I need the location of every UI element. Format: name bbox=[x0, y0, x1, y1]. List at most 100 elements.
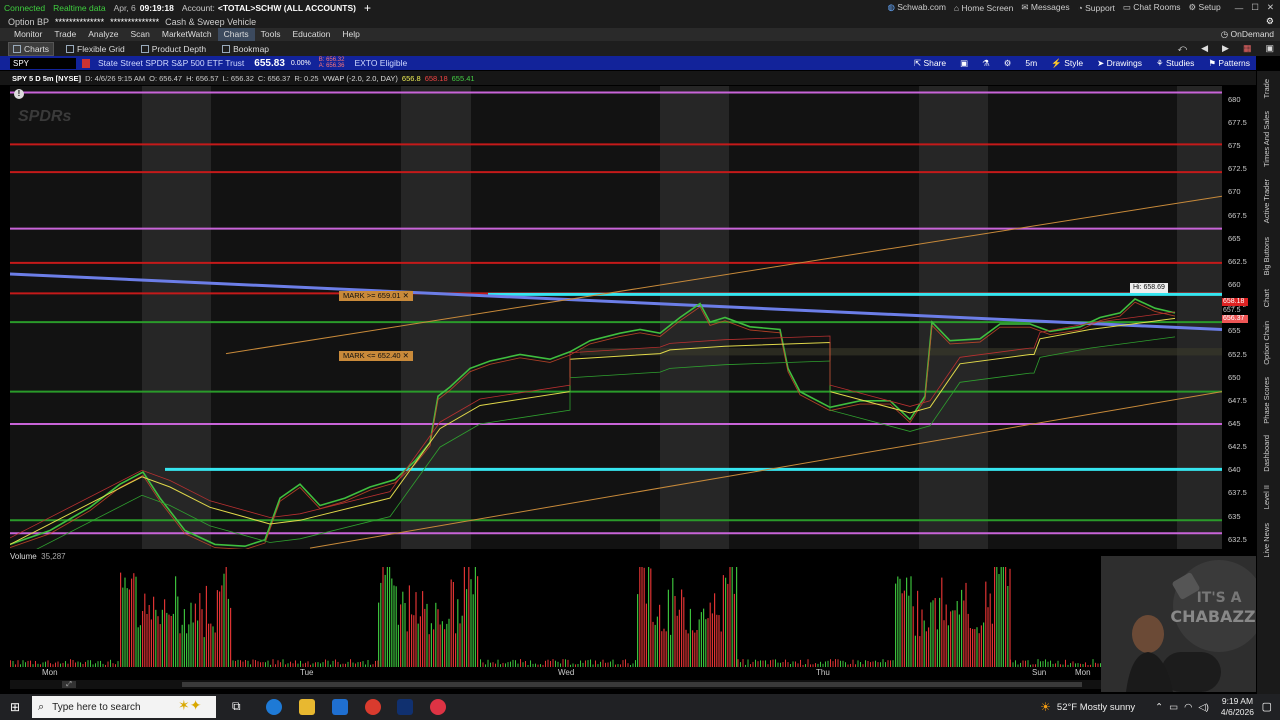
maximize-button[interactable]: ☐ bbox=[1251, 2, 1259, 13]
gear-icon[interactable]: ⚙ bbox=[1266, 16, 1274, 27]
symbol-input[interactable]: SPY bbox=[10, 57, 76, 69]
ondemand-button[interactable]: ◷ OnDemand bbox=[1215, 28, 1280, 41]
side-tab-level-ii[interactable]: Level II bbox=[1262, 485, 1271, 509]
setup-link[interactable]: ⚙ Setup bbox=[1189, 2, 1221, 13]
volume-bar bbox=[996, 567, 998, 667]
thinkorswim-icon[interactable] bbox=[397, 699, 413, 715]
menu-marketwatch[interactable]: MarketWatch bbox=[156, 28, 218, 41]
tab-flexible-grid[interactable]: Flexible Grid bbox=[62, 43, 129, 55]
save-icon[interactable]: ▣ bbox=[960, 58, 968, 69]
patterns-menu[interactable]: ⚑ Patterns bbox=[1208, 58, 1250, 69]
side-tab-active-trader[interactable]: Active Trader bbox=[1262, 179, 1271, 223]
regular-session-shade bbox=[660, 86, 729, 549]
side-tab-option-chain[interactable]: Option Chain bbox=[1262, 321, 1271, 365]
volume-bar bbox=[696, 630, 698, 667]
tab-charts[interactable]: Charts bbox=[8, 41, 55, 56]
volume-bar bbox=[637, 594, 639, 667]
menu-help[interactable]: Help bbox=[336, 28, 365, 41]
share-button[interactable]: ⇱ Share bbox=[914, 58, 946, 69]
price-tick-label: 672.5 bbox=[1228, 164, 1247, 174]
notification-icon[interactable]: ▢ bbox=[1262, 700, 1272, 713]
price-alert-mark-lower[interactable]: MARK <= 652.40 ✕ bbox=[339, 351, 413, 361]
drawings-menu[interactable]: ➤ Drawings bbox=[1097, 58, 1142, 69]
schwab-link[interactable]: ◍ Schwab.com bbox=[887, 2, 945, 13]
menu-analyze[interactable]: Analyze bbox=[82, 28, 124, 41]
gear-icon[interactable]: ⚙ bbox=[1004, 58, 1012, 69]
back-icon[interactable]: ◀ bbox=[1201, 43, 1208, 54]
tab-product-depth[interactable]: Product Depth bbox=[137, 43, 210, 55]
zoom-icon[interactable]: ⤢ bbox=[62, 681, 76, 688]
volume-bar bbox=[10, 660, 11, 667]
price-alert-mark-upper[interactable]: MARK >= 659.01 ✕ bbox=[339, 291, 413, 301]
volume-bar bbox=[439, 624, 441, 667]
store-icon[interactable] bbox=[332, 699, 348, 715]
scrollbar-thumb[interactable] bbox=[182, 682, 1082, 687]
windows-start-icon[interactable]: ⊞ bbox=[10, 700, 20, 714]
volume-bar bbox=[411, 614, 413, 667]
close-button[interactable]: ✕ bbox=[1267, 2, 1274, 13]
volume-chart[interactable] bbox=[10, 563, 1222, 667]
task-view-icon[interactable]: ⧉ bbox=[232, 699, 241, 714]
chart-scrollbar[interactable]: ⤢ bbox=[10, 680, 1222, 689]
volume-icon[interactable]: ◁) bbox=[1198, 702, 1208, 713]
app-icon[interactable] bbox=[430, 699, 446, 715]
messages-link[interactable]: ✉ Messages bbox=[1021, 2, 1069, 13]
forward-icon[interactable]: ▶ bbox=[1222, 43, 1229, 54]
studies-menu[interactable]: ⚘ Studies bbox=[1156, 58, 1194, 69]
flask-icon[interactable]: ⚗ bbox=[982, 58, 990, 69]
chrome-icon[interactable] bbox=[365, 699, 381, 715]
support-icon: ◔ bbox=[1077, 2, 1086, 13]
account-selector[interactable]: <TOTAL>SCHW (ALL ACCOUNTS) bbox=[218, 3, 356, 13]
interval-selector[interactable]: 5m bbox=[1025, 58, 1037, 68]
volume-bar bbox=[947, 625, 949, 667]
wifi-icon[interactable]: ◠ bbox=[1184, 702, 1192, 713]
support-link[interactable]: ◔ Support bbox=[1078, 3, 1115, 13]
chevron-up-icon[interactable]: ⌃ bbox=[1155, 702, 1163, 713]
minimize-button[interactable]: — bbox=[1235, 3, 1244, 13]
side-tab-phase-scores[interactable]: Phase Scores bbox=[1262, 377, 1271, 424]
link-icon[interactable]: ⤺ bbox=[1178, 43, 1188, 54]
volume-bar bbox=[277, 660, 279, 667]
taskbar-search-input[interactable]: ⌕ Type here to search ✶✦ bbox=[32, 696, 216, 718]
side-tab-times-sales[interactable]: Times And Sales bbox=[1262, 111, 1271, 167]
side-tab-dashboard[interactable]: Dashboard bbox=[1262, 435, 1271, 472]
side-tab-chart[interactable]: Chart bbox=[1262, 289, 1271, 307]
price-chart[interactable]: ! SPDRs bbox=[10, 86, 1222, 549]
menu-scan[interactable]: Scan bbox=[124, 28, 155, 41]
side-tab-big-buttons[interactable]: Big Buttons bbox=[1262, 237, 1271, 275]
price-tick-label: 635 bbox=[1228, 511, 1241, 521]
layout-icon[interactable]: ▦ bbox=[1243, 43, 1252, 54]
edge-icon[interactable] bbox=[266, 699, 282, 715]
menu-trade[interactable]: Trade bbox=[48, 28, 82, 41]
chat-rooms-link[interactable]: ▭ Chat Rooms bbox=[1123, 2, 1181, 13]
volume-bar bbox=[232, 660, 234, 667]
volume-canvas bbox=[10, 567, 1221, 667]
menu-monitor[interactable]: Monitor bbox=[8, 28, 48, 41]
menu-tools[interactable]: Tools bbox=[255, 28, 287, 41]
price-chart-canvas[interactable] bbox=[10, 86, 1222, 549]
network-icon[interactable]: ▭ bbox=[1169, 702, 1178, 713]
side-tab-trade[interactable]: Trade bbox=[1262, 79, 1271, 98]
last-price: 655.83 bbox=[254, 57, 285, 69]
volume-bar bbox=[1007, 586, 1009, 667]
home-screen-link[interactable]: ⌂ Home Screen bbox=[954, 3, 1013, 13]
percent-change: 0.00% bbox=[290, 59, 311, 67]
weather-text[interactable]: 52°F Mostly sunny bbox=[1057, 702, 1135, 713]
info-icon[interactable]: ! bbox=[14, 89, 24, 99]
grid-layout-icon[interactable]: ▣ bbox=[1265, 43, 1274, 54]
menu-education[interactable]: Education bbox=[287, 28, 337, 41]
volume-bar bbox=[386, 567, 388, 667]
close-icon[interactable]: ✕ bbox=[403, 291, 409, 300]
style-menu[interactable]: ⚡ Style bbox=[1051, 58, 1083, 69]
side-tab-live-news[interactable]: Live News bbox=[1262, 523, 1271, 558]
volume-bar bbox=[170, 616, 172, 667]
close-icon[interactable]: ✕ bbox=[403, 351, 409, 360]
volume-bar bbox=[987, 607, 989, 667]
add-icon[interactable]: + bbox=[364, 1, 371, 15]
tab-bookmap[interactable]: Bookmap bbox=[218, 43, 273, 55]
volume-bar bbox=[643, 567, 645, 667]
volume-bar bbox=[216, 590, 218, 667]
menu-charts[interactable]: Charts bbox=[217, 28, 255, 41]
file-explorer-icon[interactable] bbox=[299, 699, 315, 715]
volume-bar bbox=[1037, 659, 1039, 667]
